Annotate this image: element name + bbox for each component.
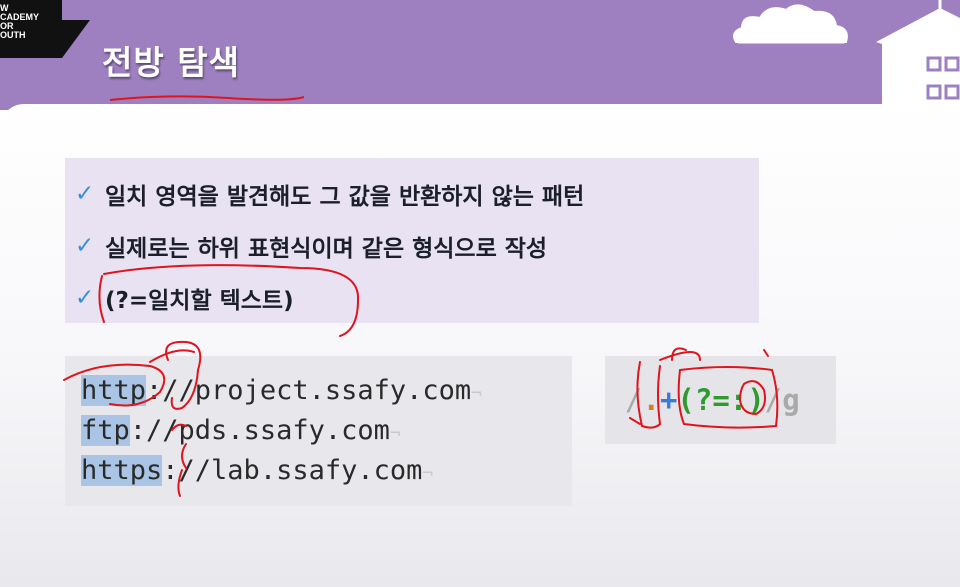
regex-dot: . (642, 383, 660, 417)
code-rest: ://pds.ssafy.com (129, 415, 390, 446)
bullet-item: ✓ 일치 영역을 발견해도 그 값을 반환하지 않는 패턴 (75, 174, 584, 214)
bullet-box: ✓ 일치 영역을 발견해도 그 값을 반환하지 않는 패턴 ✓ 실제로는 하위 … (65, 158, 759, 323)
logo: W CADEMY OR OUTH (0, 0, 62, 58)
bullet-item: ✓ 실제로는 하위 표현식이며 같은 형식으로 작성 (75, 226, 547, 266)
code-rest: ://lab.ssafy.com (162, 455, 423, 486)
match-highlight: http (81, 375, 147, 406)
regex-slash-close: / (764, 383, 783, 417)
match-highlight: ftp (81, 415, 130, 446)
bullet-text: (?=일치할 텍스트) (105, 288, 294, 314)
cloud-icon (733, 4, 848, 44)
match-highlight: https (81, 455, 163, 486)
code-line: ftp://pds.ssafy.com¬ (81, 413, 401, 449)
building-icon (876, 0, 960, 110)
pilcrow-mark: ¬ (471, 383, 482, 404)
check-icon: ✓ (75, 181, 95, 207)
regex-flag: g (782, 383, 800, 417)
logo-tail (62, 20, 90, 58)
code-line: http://project.ssafy.com¬ (81, 373, 482, 409)
bullet-text: 실제로는 하위 표현식이며 같은 형식으로 작성 (105, 236, 548, 262)
code-example-box: http://project.ssafy.com¬ ftp://pds.ssaf… (65, 356, 572, 506)
header-bar: W CADEMY OR OUTH 전방 탐색 (0, 0, 960, 110)
pilcrow-mark: ¬ (422, 463, 434, 484)
regex-box: / . + (?=:) / g (605, 356, 836, 444)
regex-plus: + (659, 383, 678, 417)
regex-slash-open: / (625, 383, 643, 417)
bullet-item: ✓ (?=일치할 텍스트) (75, 278, 294, 318)
code-line: https://lab.ssafy.com¬ (81, 453, 433, 489)
check-icon: ✓ (75, 233, 95, 259)
regex-lookahead-group: (?=:) (677, 383, 765, 417)
code-rest: ://project.ssafy.com (146, 375, 472, 406)
logo-text: W CADEMY OR OUTH (0, 3, 40, 40)
bullet-text: 일치 영역을 발견해도 그 값을 반환하지 않는 패턴 (105, 184, 585, 210)
pilcrow-mark: ¬ (389, 423, 401, 444)
check-icon: ✓ (75, 285, 95, 311)
page-title: 전방 탐색 (102, 43, 240, 82)
